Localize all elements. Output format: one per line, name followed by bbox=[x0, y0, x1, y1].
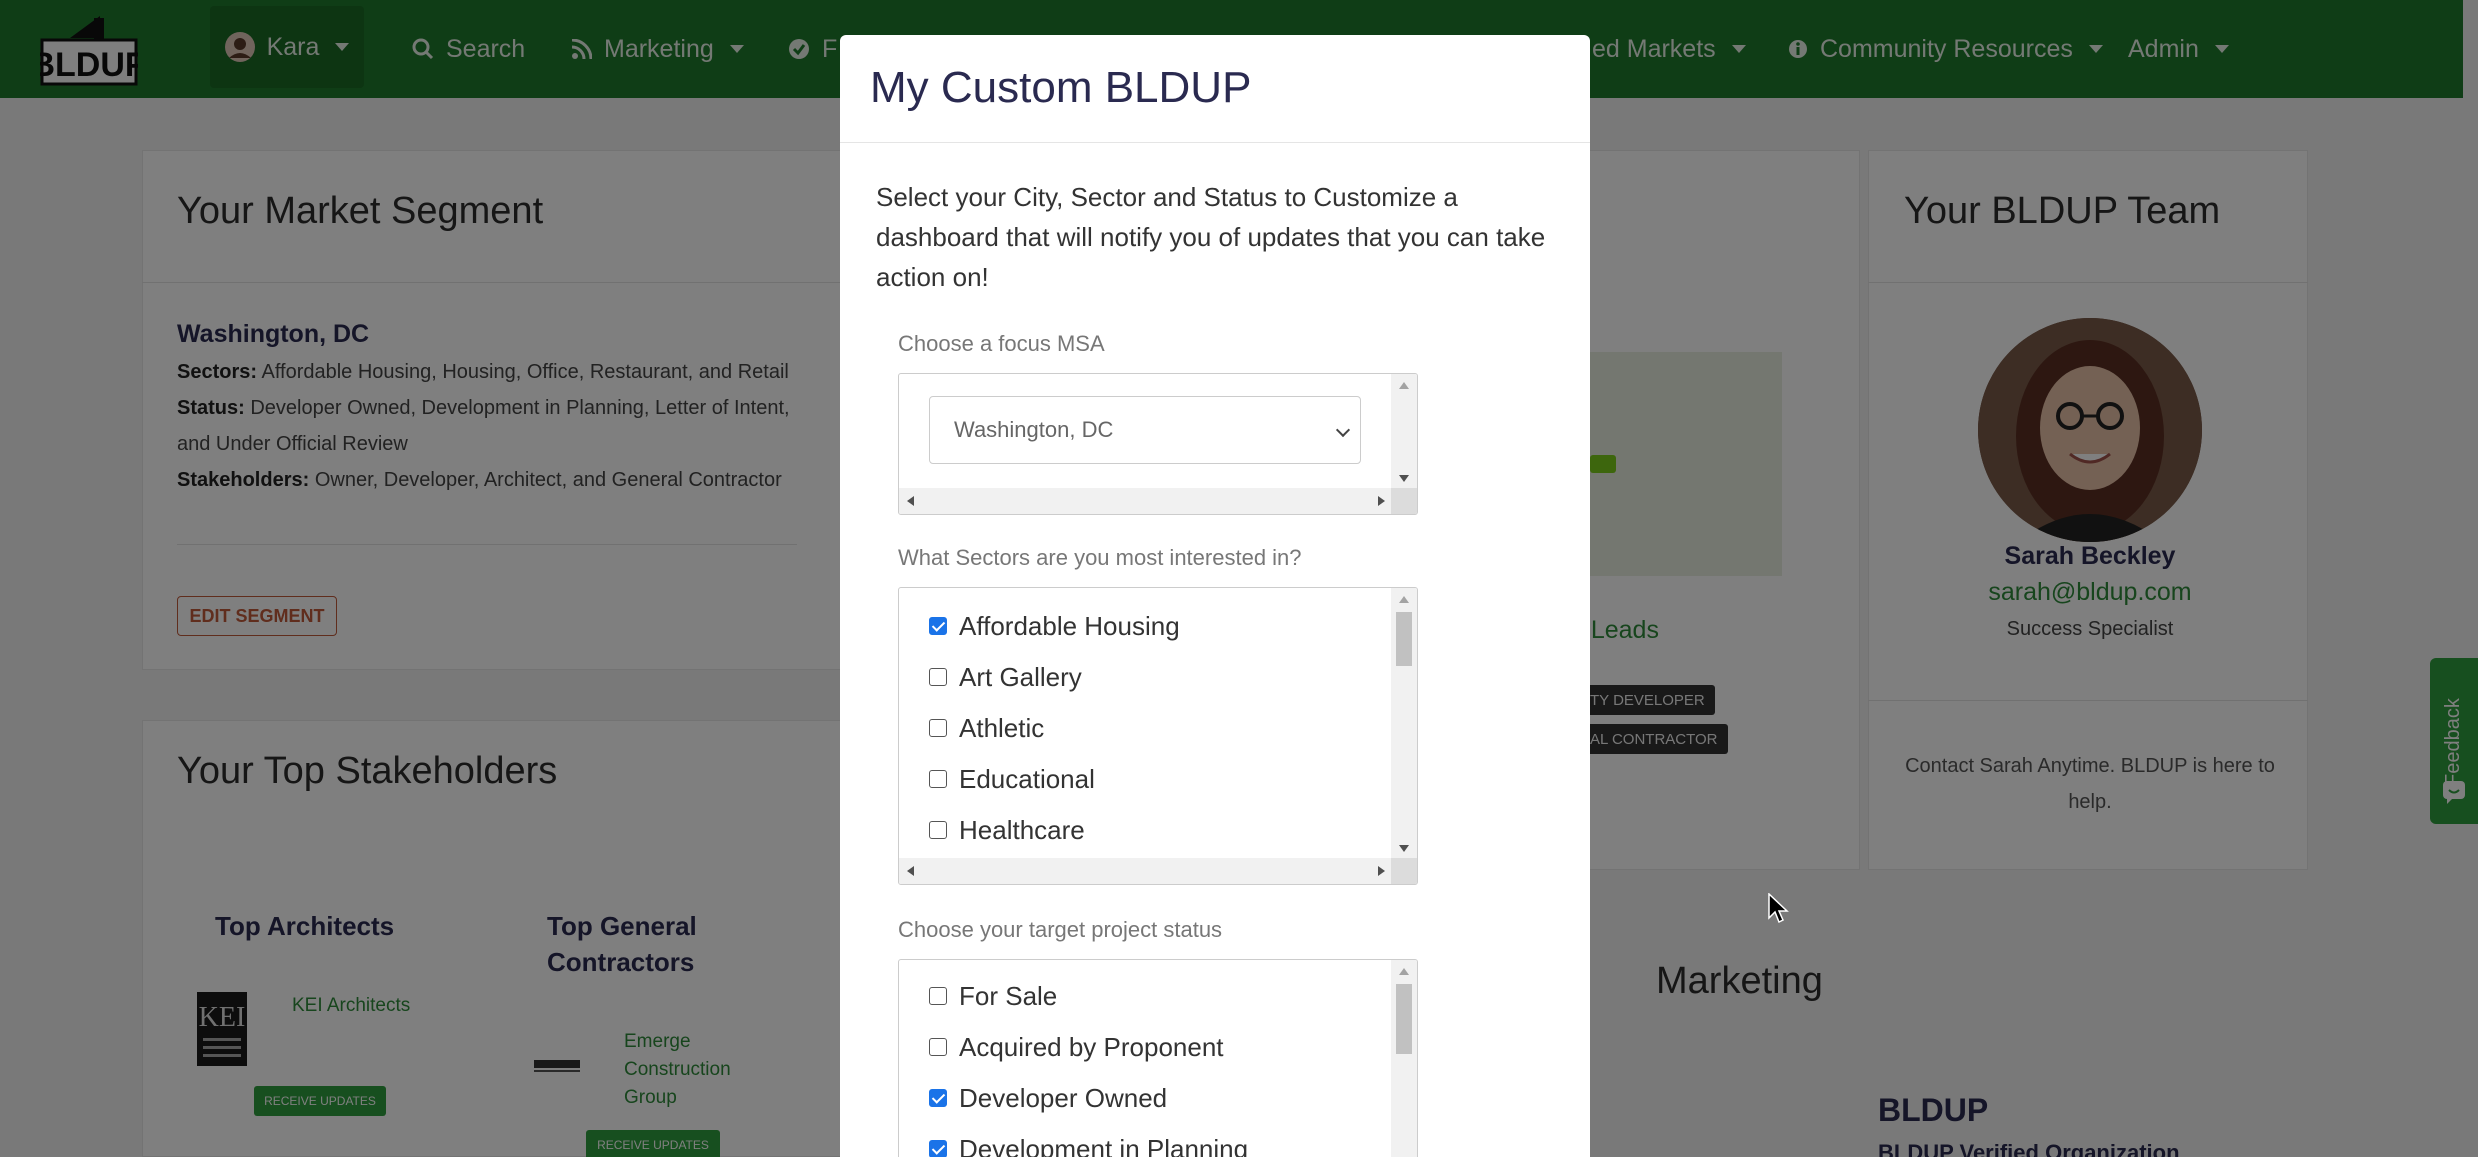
msa-select[interactable]: Washington, DC bbox=[929, 396, 1361, 464]
scroll-up-icon[interactable] bbox=[1399, 968, 1409, 975]
msa-scroll-box: Washington, DC bbox=[898, 373, 1418, 515]
scroll-right-icon[interactable] bbox=[1378, 496, 1385, 506]
checkbox-icon[interactable] bbox=[929, 719, 947, 737]
status-option-label: Developer Owned bbox=[959, 1082, 1168, 1113]
scroll-thumb[interactable] bbox=[1396, 984, 1412, 1054]
scroll-down-icon[interactable] bbox=[1399, 475, 1409, 482]
vertical-scrollbar[interactable] bbox=[1391, 960, 1417, 1157]
status-option-label: For Sale bbox=[959, 980, 1058, 1011]
sector-label: Healthcare bbox=[959, 814, 1085, 845]
checkbox-checked-icon[interactable] bbox=[929, 617, 947, 635]
checkbox-icon[interactable] bbox=[929, 1038, 947, 1056]
scroll-up-icon[interactable] bbox=[1399, 382, 1409, 389]
sectors-question: What Sectors are you most interested in? bbox=[898, 545, 1302, 570]
status-option[interactable]: Acquired by Proponent bbox=[929, 1027, 1224, 1067]
scroll-down-icon[interactable] bbox=[1399, 845, 1409, 852]
checkbox-icon[interactable] bbox=[929, 770, 947, 788]
scroll-left-icon[interactable] bbox=[907, 866, 914, 876]
status-option[interactable]: Developer Owned bbox=[929, 1078, 1167, 1118]
checkbox-icon[interactable] bbox=[929, 821, 947, 839]
custom-bldup-modal: My Custom BLDUP Select your City, Sector… bbox=[840, 35, 1590, 1157]
sector-option[interactable]: Art Gallery bbox=[929, 657, 1082, 697]
msa-label: Choose a focus MSA bbox=[898, 331, 1105, 356]
mouse-cursor-icon bbox=[1768, 893, 1789, 924]
modal-title: My Custom BLDUP bbox=[870, 63, 1252, 112]
scroll-left-icon[interactable] bbox=[907, 496, 914, 506]
scrollbar-corner bbox=[1391, 858, 1417, 884]
chevron-down-icon bbox=[1335, 422, 1351, 438]
status-scroll-box: For Sale Acquired by Proponent Developer… bbox=[898, 959, 1418, 1157]
sector-option[interactable]: Affordable Housing bbox=[929, 606, 1180, 646]
sector-option[interactable]: Educational bbox=[929, 759, 1095, 799]
scroll-thumb[interactable] bbox=[1396, 612, 1412, 666]
status-option-label: Development in Planning bbox=[959, 1133, 1249, 1157]
sector-label: Affordable Housing bbox=[959, 610, 1180, 641]
checkbox-checked-icon[interactable] bbox=[929, 1140, 947, 1157]
sectors-scroll-box: Affordable Housing Art Gallery Athletic … bbox=[898, 587, 1418, 885]
checkbox-icon[interactable] bbox=[929, 987, 947, 1005]
sector-label: Educational bbox=[959, 763, 1095, 794]
scroll-right-icon[interactable] bbox=[1378, 866, 1385, 876]
scroll-up-icon[interactable] bbox=[1399, 596, 1409, 603]
horizontal-scrollbar[interactable] bbox=[899, 858, 1393, 884]
modal-intro: Select your City, Sector and Status to C… bbox=[876, 182, 1546, 292]
status-option[interactable]: Development in Planning bbox=[929, 1129, 1248, 1157]
checkbox-icon[interactable] bbox=[929, 668, 947, 686]
sector-label: Art Gallery bbox=[959, 661, 1082, 692]
scrollbar-corner bbox=[1391, 488, 1417, 514]
status-option[interactable]: For Sale bbox=[929, 976, 1057, 1016]
checkbox-checked-icon[interactable] bbox=[929, 1089, 947, 1107]
modal-header: My Custom BLDUP bbox=[840, 35, 1590, 143]
msa-selected-value: Washington, DC bbox=[954, 417, 1114, 442]
sector-label: Athletic bbox=[959, 712, 1045, 743]
vertical-scrollbar[interactable] bbox=[1391, 588, 1417, 860]
vertical-scrollbar[interactable] bbox=[1391, 374, 1417, 490]
sector-option[interactable]: Athletic bbox=[929, 708, 1044, 748]
status-option-label: Acquired by Proponent bbox=[959, 1031, 1224, 1062]
sector-option[interactable]: Healthcare bbox=[929, 810, 1085, 850]
status-question: Choose your target project status bbox=[898, 917, 1223, 942]
horizontal-scrollbar[interactable] bbox=[899, 488, 1393, 514]
